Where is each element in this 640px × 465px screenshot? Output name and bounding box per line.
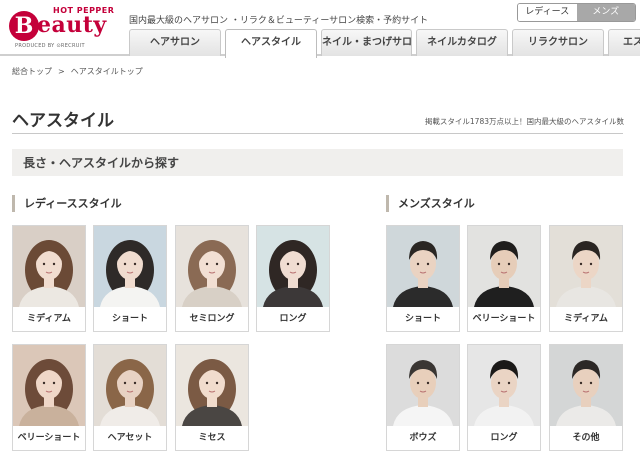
tab-nail-eyelash-salon[interactable]: ネイル・まつげサロン [321, 29, 412, 56]
mens-other-style-card[interactable]: その他 [549, 344, 623, 451]
mens-long-style-card[interactable]: ロング [467, 344, 541, 451]
card-label: ベリーショート [17, 433, 81, 443]
ladies-hair-set-style-card[interactable]: ヘアセット [93, 344, 167, 451]
breadcrumb-separator: > [58, 67, 65, 76]
card-photo [13, 345, 85, 426]
ladies-style-heading: レディーススタイル [12, 195, 122, 212]
title-divider [12, 133, 623, 134]
model-photo [257, 226, 329, 307]
card-photo [176, 345, 248, 426]
model-photo [550, 226, 622, 307]
breadcrumb-home-link[interactable]: 総合トップ [12, 67, 52, 76]
card-label: ヘアセット [107, 433, 153, 443]
mens-medium-style-card[interactable]: ミディアム [549, 225, 623, 332]
main-nav-tabs: ヘアサロン ヘアスタイル ネイル・まつげサロン ネイルカタログ リラクサロン エ… [129, 29, 640, 58]
card-label: ミディアム [27, 314, 71, 324]
model-photo [13, 226, 85, 307]
card-label: ベリーショート [472, 314, 536, 324]
tab-esthetic[interactable]: エス [608, 29, 640, 56]
model-photo [176, 226, 248, 307]
card-photo [94, 345, 166, 426]
mens-toggle[interactable]: メンズ [576, 4, 635, 21]
hotpepper-beauty-logo[interactable]: HOT PEPPER B eauty PRODUCED BY ⊙RECRUIT [9, 6, 121, 52]
logo-beauty-text: eauty [37, 12, 107, 38]
model-photo [468, 345, 540, 426]
logo-b-mark: B [9, 11, 39, 41]
model-photo [468, 226, 540, 307]
ladies-medium-style-card[interactable]: ミディアム [12, 225, 86, 332]
logo-produced-by: PRODUCED BY ⊙RECRUIT [15, 43, 85, 49]
card-label: ショート [404, 314, 441, 324]
card-label: ロング [279, 314, 307, 324]
ladies-long-style-card[interactable]: ロング [256, 225, 330, 332]
card-label: ボウズ [409, 433, 437, 443]
card-label: セミロング [189, 314, 235, 324]
breadcrumb: 総合トップ > ヘアスタイルトップ [12, 66, 143, 77]
card-label: その他 [572, 433, 600, 443]
model-photo [550, 345, 622, 426]
tab-hair-salon[interactable]: ヘアサロン [129, 29, 221, 56]
card-photo [468, 226, 540, 307]
model-photo [387, 345, 459, 426]
mens-style-heading: メンズスタイル [386, 195, 475, 212]
model-photo [13, 345, 85, 426]
mens-bouzu-style-card[interactable]: ボウズ [386, 344, 460, 451]
style-count-note: 掲載スタイル1783万点以上！国内最大級のヘアスタイル数 [424, 117, 624, 126]
model-photo [94, 345, 166, 426]
breadcrumb-current: ヘアスタイルトップ [70, 67, 143, 76]
ladies-short-style-card[interactable]: ショート [93, 225, 167, 332]
card-photo [387, 226, 459, 307]
card-photo [550, 226, 622, 307]
page-title: ヘアスタイル [12, 111, 114, 131]
mens-short-style-card[interactable]: ショート [386, 225, 460, 332]
card-label: ミディアム [564, 314, 608, 324]
section-title: 長さ・ヘアスタイルから探す [23, 156, 180, 170]
gender-switch: レディース メンズ [517, 3, 636, 22]
card-photo [257, 226, 329, 307]
card-photo [387, 345, 459, 426]
ladies-very-short-style-card[interactable]: ベリーショート [12, 344, 86, 451]
ladies-mrs-style-card[interactable]: ミセス [175, 344, 249, 451]
site-tagline: 国内最大級のヘアサロン ・リラク＆ビューティーサロン検索・予約サイト [129, 16, 429, 26]
tab-relax-salon[interactable]: リラクサロン [512, 29, 604, 56]
site-header: HOT PEPPER B eauty PRODUCED BY ⊙RECRUIT … [0, 0, 640, 58]
card-photo [94, 226, 166, 307]
card-label: ショート [111, 314, 148, 324]
card-photo [176, 226, 248, 307]
card-photo [13, 226, 85, 307]
section-header: 長さ・ヘアスタイルから探す [12, 149, 623, 176]
tab-nail-catalog[interactable]: ネイルカタログ [416, 29, 508, 56]
mens-very-short-style-card[interactable]: ベリーショート [467, 225, 541, 332]
ladies-semi-long-style-card[interactable]: セミロング [175, 225, 249, 332]
model-photo [387, 226, 459, 307]
card-photo [550, 345, 622, 426]
model-photo [176, 345, 248, 426]
card-label: ロング [490, 433, 518, 443]
ladies-toggle[interactable]: レディース [518, 4, 577, 21]
tab-hair-style[interactable]: ヘアスタイル [225, 29, 317, 58]
model-photo [94, 226, 166, 307]
card-label: ミセス [198, 433, 226, 443]
card-photo [468, 345, 540, 426]
